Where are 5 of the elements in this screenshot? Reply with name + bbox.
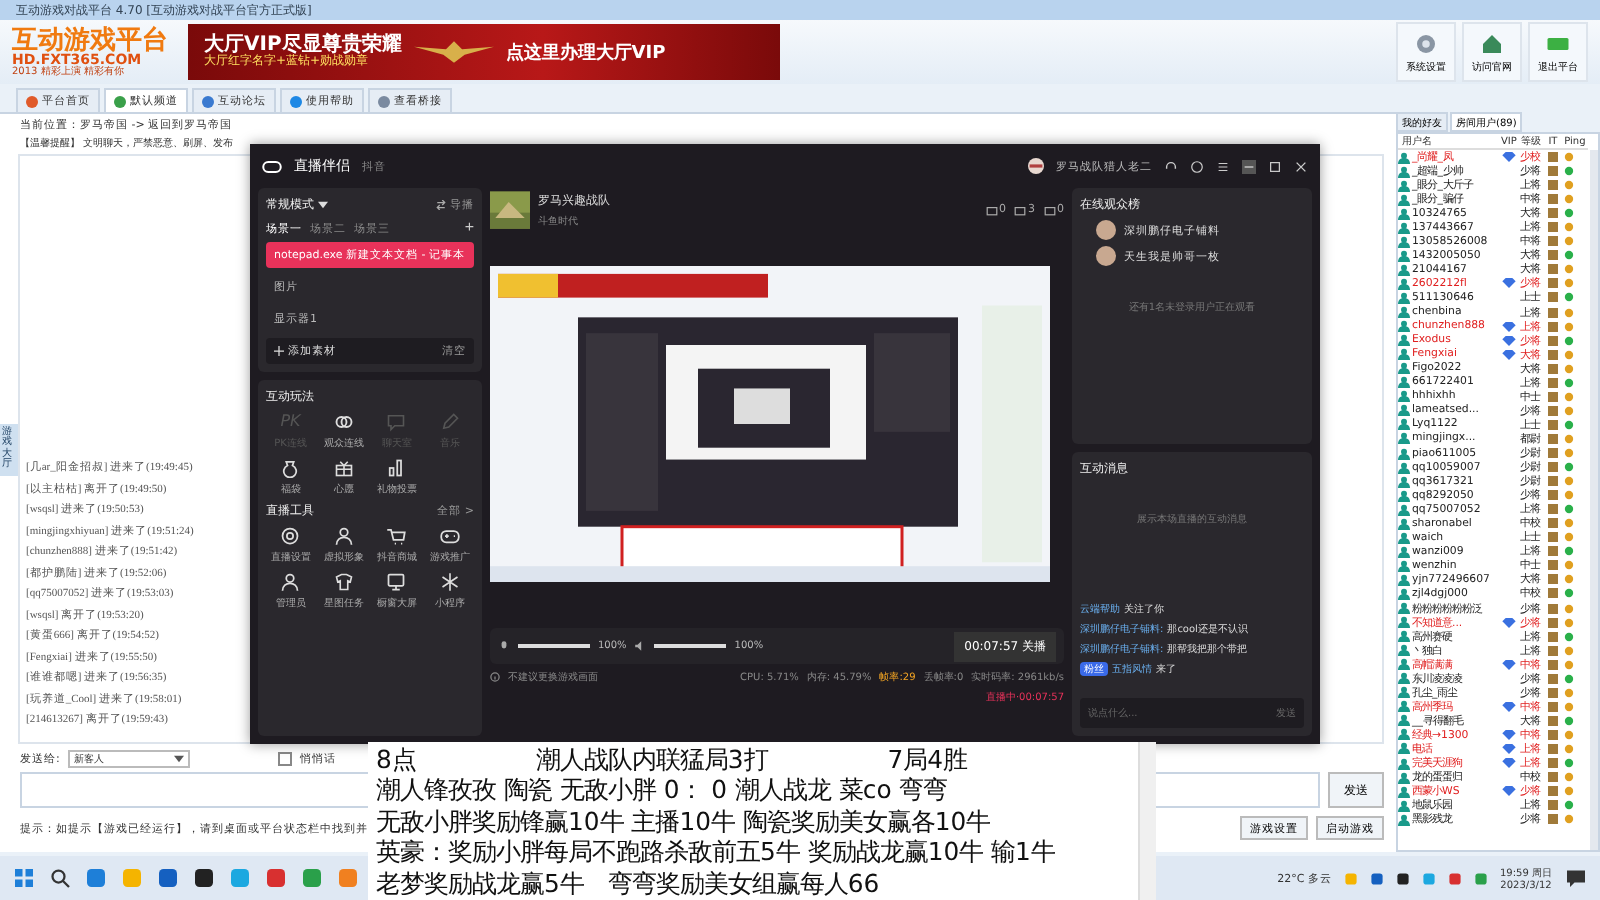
text-line: 英豪：奖励小胖每局不跑路杀敌前五5牛 奖励战龙赢10牛 输1牛	[376, 836, 1055, 868]
text-line: 无敌小胖奖励锋赢10牛 主播10牛 陶瓷奖励美女赢各10牛	[376, 805, 991, 837]
text-line: 潮人锋孜孜 陶瓷 无敌小胖 0： 0 潮人战龙 菜co 弯弯	[376, 774, 948, 806]
text-line: 老梦奖励战龙赢5牛 弯弯奖励美女组赢每人66	[376, 867, 880, 899]
text-line: 8点 潮人战队内联猛局3打 7局4胜	[376, 744, 968, 775]
